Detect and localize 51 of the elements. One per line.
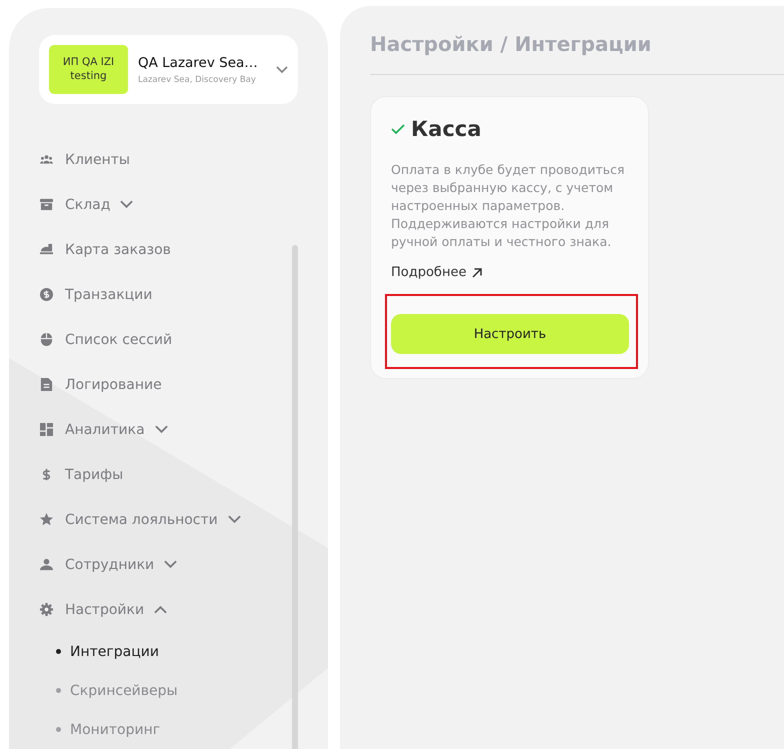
scrollbar[interactable] (292, 245, 298, 749)
archive-icon (40, 198, 53, 211)
menu-item[interactable]: Транзакции (40, 272, 328, 317)
card-description: Оплата в клубе будет проводиться через выбранную кассу, с учетом настроенных параметров. Поддерживаются настройки для ручной оплаты и честного знака. (391, 161, 626, 251)
menu-item[interactable]: Карта заказов (40, 227, 328, 272)
menu-item[interactable]: Клиенты (40, 137, 328, 182)
bullet-icon (56, 688, 61, 693)
organization-selector[interactable]: ИП QA IZI testing QA Lazarev Sea… Lazarev Sea, Discovery Bay (39, 35, 298, 104)
configure-button[interactable]: Настроить (391, 314, 629, 354)
menu-item-label: Карта заказов (65, 242, 171, 258)
organization-badge: ИП QA IZI testing (49, 45, 128, 94)
menu-item[interactable]: Список сессий (40, 317, 328, 362)
menu-item-label: Клиенты (65, 152, 130, 168)
menu-item-label: Тарифы (65, 466, 124, 482)
submenu-item[interactable]: Мониторинг (40, 710, 160, 749)
submenu-item[interactable]: Интеграции (40, 632, 159, 671)
menu-item[interactable]: Аналитика (40, 407, 328, 452)
menu-item[interactable]: Настройки (40, 587, 328, 632)
people-icon (40, 153, 53, 166)
person-icon (40, 558, 53, 571)
arrow-up-right-icon (472, 268, 482, 278)
menu-item-label: Склад (65, 196, 110, 212)
organization-name: QA Lazarev Sea… (138, 54, 258, 70)
menu-item[interactable]: Склад (40, 182, 328, 227)
organization-address: Lazarev Sea, Discovery Bay (138, 74, 257, 84)
menu-item-label: Настройки (65, 602, 144, 618)
menu-item[interactable]: Система лояльности (40, 497, 328, 542)
coin-icon (40, 288, 53, 301)
menu-item[interactable]: Сотрудники (40, 542, 328, 587)
menu-item[interactable]: Тарифы (40, 452, 328, 497)
menu-item-label: Транзакции (65, 286, 152, 302)
star-icon (40, 513, 53, 526)
details-link[interactable]: Подробнее (391, 265, 482, 280)
food-tray-icon (40, 243, 53, 256)
dashboard-icon (40, 423, 53, 436)
card-title: Касса (411, 117, 482, 141)
bullet-icon (56, 649, 61, 654)
document-icon (40, 378, 53, 391)
menu-item-label: Аналитика (65, 422, 145, 438)
bullet-icon (56, 727, 61, 732)
dollar-icon (40, 468, 53, 481)
menu-item-label: Система лояльности (65, 512, 218, 528)
menu-item-label: Логирование (65, 376, 162, 392)
submenu-item[interactable]: Скринсейверы (40, 671, 178, 710)
chevron-down-icon (276, 66, 288, 74)
breadcrumb: Настройки / Интеграции (370, 32, 652, 56)
menu-item-label: Сотрудники (65, 556, 154, 572)
mouse-icon (40, 333, 53, 346)
menu-item[interactable]: Логирование (40, 362, 328, 407)
menu-item-label: Список сессий (65, 332, 172, 348)
settings-icon (40, 603, 53, 616)
